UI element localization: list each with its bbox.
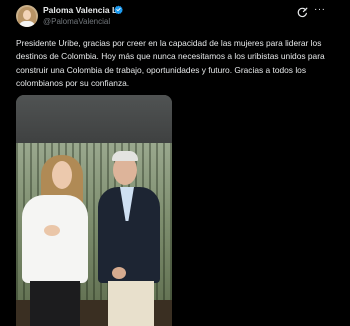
photo-top-band <box>16 95 172 143</box>
photo-woman-legs <box>30 281 80 326</box>
grok-icon[interactable] <box>297 7 308 18</box>
author-display-name[interactable]: Paloma Valencia L <box>43 5 117 15</box>
photo-man-pants <box>108 281 154 326</box>
tweet: Paloma Valencia L @PalomaValencial ··· P… <box>0 0 350 326</box>
photo-man-hand <box>112 267 126 279</box>
tweet-media-photo[interactable] <box>16 95 172 326</box>
photo-woman-face <box>52 161 72 189</box>
avatar-shirt <box>19 21 35 27</box>
more-options-icon[interactable]: ··· <box>314 4 325 16</box>
author-handle[interactable]: @PalomaValencial <box>43 17 110 26</box>
photo-man-hair <box>112 151 138 161</box>
verified-badge-icon <box>114 5 123 14</box>
photo-woman-body <box>22 195 88 283</box>
avatar-face <box>23 10 31 20</box>
author-avatar[interactable] <box>16 5 38 27</box>
tweet-text: Presidente Uribe, gracias por creer en l… <box>16 38 325 88</box>
photo-woman-hand <box>44 225 60 236</box>
